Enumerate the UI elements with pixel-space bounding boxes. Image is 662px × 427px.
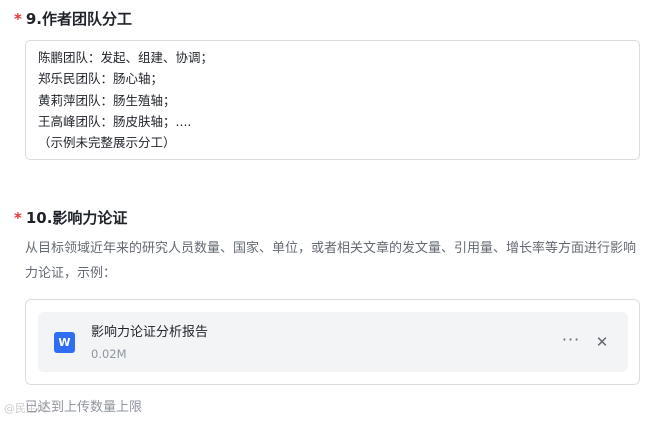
remove-file-icon[interactable]: ✕ [592, 332, 612, 352]
file-size: 0.02M [91, 347, 127, 361]
upload-area: W 影响力论证分析报告 0.02M ··· ✕ [25, 299, 640, 385]
file-name: 影响力论证分析报告 [91, 325, 209, 340]
section-9-title-text: 9.作者团队分工 [25, 10, 132, 28]
textarea-line: （示例未完整展示分工） [38, 135, 176, 151]
textarea-line: 黄莉萍团队：肠生殖轴； [38, 92, 176, 108]
section-10-title-text: 10.影响力论证 [25, 209, 128, 227]
more-options-icon[interactable]: ··· [560, 331, 582, 353]
watermark: @民主阵... [4, 402, 59, 415]
textarea-line: 陈鹏团队：发起、组建、协调； [38, 50, 214, 65]
section-10-description: 从目标领域近年来的研究人员数量、国家、单位，或者相关文章的发文量、引用量、增长率… [25, 241, 637, 281]
word-file-icon: W [54, 332, 75, 353]
section-10-title: * 10.影响力论证 [14, 208, 127, 228]
required-star: * [14, 209, 22, 227]
required-star: * [14, 10, 22, 28]
section-9-title: * 9.作者团队分工 [14, 9, 132, 29]
textarea-line: 郑乐民团队：肠心轴； [38, 71, 164, 87]
team-division-textarea[interactable]: 陈鹏团队：发起、组建、协调； 郑乐民团队：肠心轴； 黄莉萍团队：肠生殖轴； 王高… [25, 40, 640, 160]
uploaded-file-card[interactable]: W 影响力论证分析报告 0.02M ··· ✕ [38, 312, 628, 372]
textarea-line: 王高峰团队：肠皮肤轴；.... [38, 113, 192, 129]
